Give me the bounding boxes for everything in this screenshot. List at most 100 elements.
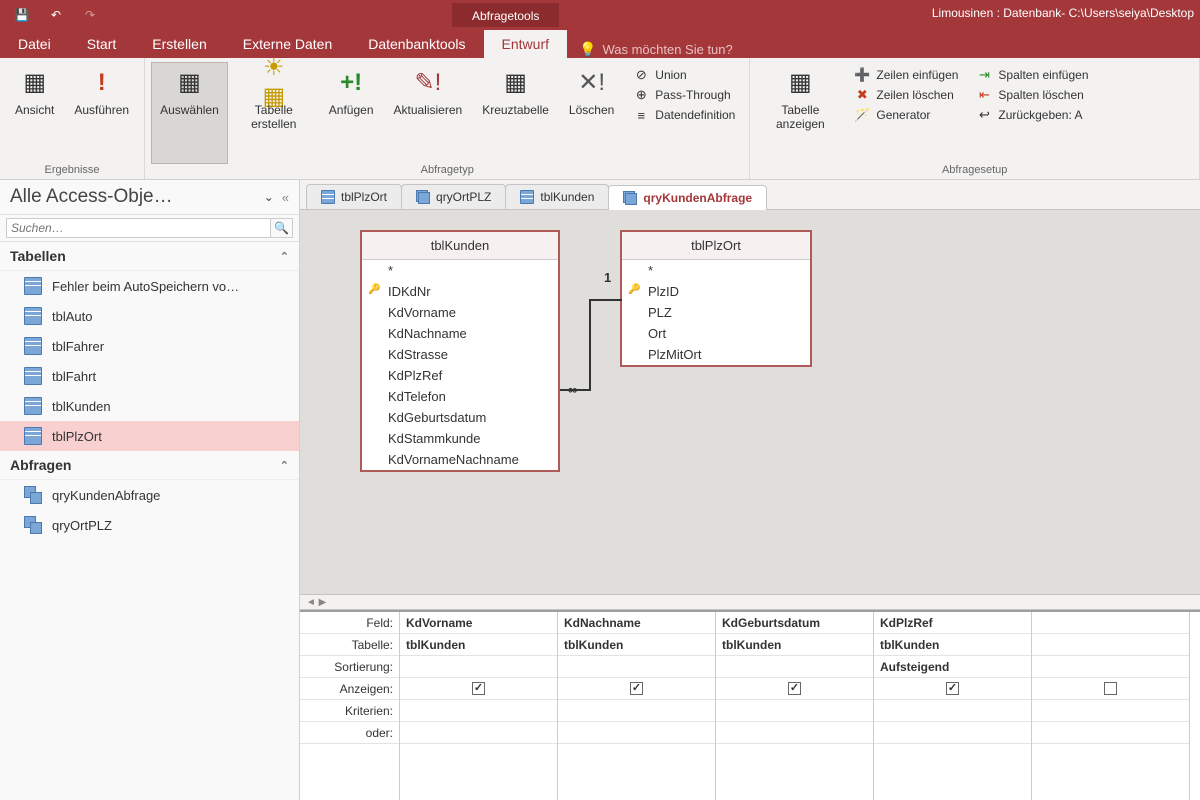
table-box-tblplzort[interactable]: tblPlzOrt *PlzIDPLZOrtPlzMitOrt — [620, 230, 812, 367]
field-kdtelefon[interactable]: KdTelefon — [362, 386, 558, 407]
field-kdstammkunde[interactable]: KdStammkunde — [362, 428, 558, 449]
nav-item-qrykundenabfrage[interactable]: qryKundenAbfrage — [0, 480, 299, 510]
menu-erstellen[interactable]: Erstellen — [134, 30, 224, 58]
generator-button[interactable]: 🪄Generator — [852, 106, 960, 124]
aktualisieren-button[interactable]: ✎! Aktualisieren — [385, 62, 472, 164]
grid-cell-sortierung[interactable] — [558, 656, 715, 678]
field-kdplzref[interactable]: KdPlzRef — [362, 365, 558, 386]
field-kdnachname[interactable]: KdNachname — [362, 323, 558, 344]
grid-col-3[interactable]: KdPlzReftblKundenAufsteigend ✓ — [874, 612, 1032, 800]
field-kdvornamenachname[interactable]: KdVornameNachname — [362, 449, 558, 470]
auswaehlen-button[interactable]: ▦ Auswählen — [151, 62, 228, 164]
doctab-tblplzort[interactable]: tblPlzOrt — [306, 184, 402, 209]
search-button[interactable]: 🔍 — [271, 218, 293, 238]
redo-button[interactable]: ↷ — [74, 2, 106, 28]
grid-cell-kriterien[interactable] — [1032, 700, 1189, 722]
field-kdgeburtsdatum[interactable]: KdGeburtsdatum — [362, 407, 558, 428]
grid-cell-oder[interactable] — [558, 722, 715, 744]
nav-header[interactable]: Alle Access-Obje… ⌄ « — [0, 180, 299, 215]
tabelle-erstellen-button[interactable]: ☀▦ Tabelle erstellen — [230, 62, 318, 164]
grid-col-4[interactable] — [1032, 612, 1190, 800]
ansicht-button[interactable]: ▦ Ansicht — [6, 62, 63, 164]
doctab-tblkunden[interactable]: tblKunden — [505, 184, 609, 209]
nav-item-fehler-beim-autospeichern-vo-[interactable]: Fehler beim AutoSpeichern vo… — [0, 271, 299, 301]
grid-col-0[interactable]: KdVornametblKunden ✓ — [400, 612, 558, 800]
doctab-qrykundenabfrage[interactable]: qryKundenAbfrage — [608, 185, 767, 210]
nav-section-abfragen[interactable]: Abfragen⌃ — [0, 451, 299, 480]
menu-datei[interactable]: Datei — [0, 30, 69, 58]
spalten-loeschen-button[interactable]: ⇤Spalten löschen — [974, 86, 1090, 104]
nav-item-qryortplz[interactable]: qryOrtPLZ — [0, 510, 299, 540]
grid-col-1[interactable]: KdNachnametblKunden ✓ — [558, 612, 716, 800]
datendefinition-button[interactable]: ≡Datendefinition — [631, 106, 737, 124]
passthrough-button[interactable]: ⊕Pass-Through — [631, 86, 737, 104]
grid-cell-feld[interactable]: KdGeburtsdatum — [716, 612, 873, 634]
nav-section-tabellen[interactable]: Tabellen⌃ — [0, 242, 299, 271]
grid-cell-tabelle[interactable]: tblKunden — [716, 634, 873, 656]
menu-datenbanktools[interactable]: Datenbanktools — [350, 30, 483, 58]
field-kdstrasse[interactable]: KdStrasse — [362, 344, 558, 365]
collapse-pane-icon[interactable]: « — [282, 190, 289, 205]
grid-cell-anzeigen[interactable]: ✓ — [558, 678, 715, 700]
horizontal-ruler[interactable]: ◄ ▶ — [300, 594, 1200, 610]
tabelle-anzeigen-button[interactable]: ▦ Tabelle anzeigen — [756, 62, 844, 164]
kreuztabelle-button[interactable]: ▦ Kreuztabelle — [473, 62, 558, 164]
zurueckgeben-button[interactable]: ↩Zurückgeben: A — [974, 106, 1090, 124]
grid-cell-feld[interactable] — [1032, 612, 1189, 634]
nav-item-tblfahrer[interactable]: tblFahrer — [0, 331, 299, 361]
field-plz[interactable]: PLZ — [622, 302, 810, 323]
zeilen-loeschen-button[interactable]: ✖Zeilen löschen — [852, 86, 960, 104]
field-ort[interactable]: Ort — [622, 323, 810, 344]
menu-entwurf[interactable]: Entwurf — [484, 30, 567, 58]
grid-cell-feld[interactable]: KdPlzRef — [874, 612, 1031, 634]
field-plzid[interactable]: PlzID — [622, 281, 810, 302]
grid-cell-sortierung[interactable] — [400, 656, 557, 678]
show-checkbox[interactable]: ✓ — [472, 682, 485, 695]
ausfuehren-button[interactable]: ! Ausführen — [65, 62, 138, 164]
grid-cell-oder[interactable] — [874, 722, 1031, 744]
grid-cell-tabelle[interactable]: tblKunden — [400, 634, 557, 656]
grid-cell-feld[interactable]: KdVorname — [400, 612, 557, 634]
field-idkdnr[interactable]: IDKdNr — [362, 281, 558, 302]
grid-cell-tabelle[interactable] — [1032, 634, 1189, 656]
grid-cell-anzeigen[interactable]: ✓ — [400, 678, 557, 700]
field--[interactable]: * — [622, 260, 810, 281]
query-designer[interactable]: tblKunden *IDKdNrKdVornameKdNachnameKdSt… — [300, 210, 1200, 594]
grid-cell-kriterien[interactable] — [716, 700, 873, 722]
grid-cell-kriterien[interactable] — [874, 700, 1031, 722]
field-kdvorname[interactable]: KdVorname — [362, 302, 558, 323]
show-checkbox[interactable] — [1104, 682, 1117, 695]
nav-item-tblfahrt[interactable]: tblFahrt — [0, 361, 299, 391]
anfuegen-button[interactable]: +! Anfügen — [320, 62, 383, 164]
loeschen-button[interactable]: ✕! Löschen — [560, 62, 623, 164]
spalten-einfuegen-button[interactable]: ⇥Spalten einfügen — [974, 66, 1090, 84]
tell-me-search[interactable]: 💡 Was möchten Sie tun? — [567, 41, 745, 58]
grid-cell-tabelle[interactable]: tblKunden — [874, 634, 1031, 656]
grid-cell-kriterien[interactable] — [400, 700, 557, 722]
grid-cell-anzeigen[interactable]: ✓ — [716, 678, 873, 700]
field--[interactable]: * — [362, 260, 558, 281]
nav-item-tblauto[interactable]: tblAuto — [0, 301, 299, 331]
grid-cell-oder[interactable] — [716, 722, 873, 744]
grid-cell-anzeigen[interactable]: ✓ — [874, 678, 1031, 700]
show-checkbox[interactable]: ✓ — [630, 682, 643, 695]
undo-button[interactable]: ↶ — [40, 2, 72, 28]
grid-cell-sortierung[interactable]: Aufsteigend — [874, 656, 1031, 678]
grid-cell-anzeigen[interactable] — [1032, 678, 1189, 700]
grid-col-2[interactable]: KdGeburtsdatumtblKunden ✓ — [716, 612, 874, 800]
grid-cell-kriterien[interactable] — [558, 700, 715, 722]
grid-cell-sortierung[interactable] — [716, 656, 873, 678]
grid-cell-feld[interactable]: KdNachname — [558, 612, 715, 634]
menu-start[interactable]: Start — [69, 30, 135, 58]
search-input[interactable] — [6, 218, 271, 238]
nav-item-tblplzort[interactable]: tblPlzOrt — [0, 421, 299, 451]
union-button[interactable]: ⊘Union — [631, 66, 737, 84]
grid-cell-oder[interactable] — [400, 722, 557, 744]
show-checkbox[interactable]: ✓ — [946, 682, 959, 695]
table-box-tblkunden[interactable]: tblKunden *IDKdNrKdVornameKdNachnameKdSt… — [360, 230, 560, 472]
field-plzmitort[interactable]: PlzMitOrt — [622, 344, 810, 365]
grid-cell-oder[interactable] — [1032, 722, 1189, 744]
grid-cell-tabelle[interactable]: tblKunden — [558, 634, 715, 656]
grid-cell-sortierung[interactable] — [1032, 656, 1189, 678]
nav-item-tblkunden[interactable]: tblKunden — [0, 391, 299, 421]
